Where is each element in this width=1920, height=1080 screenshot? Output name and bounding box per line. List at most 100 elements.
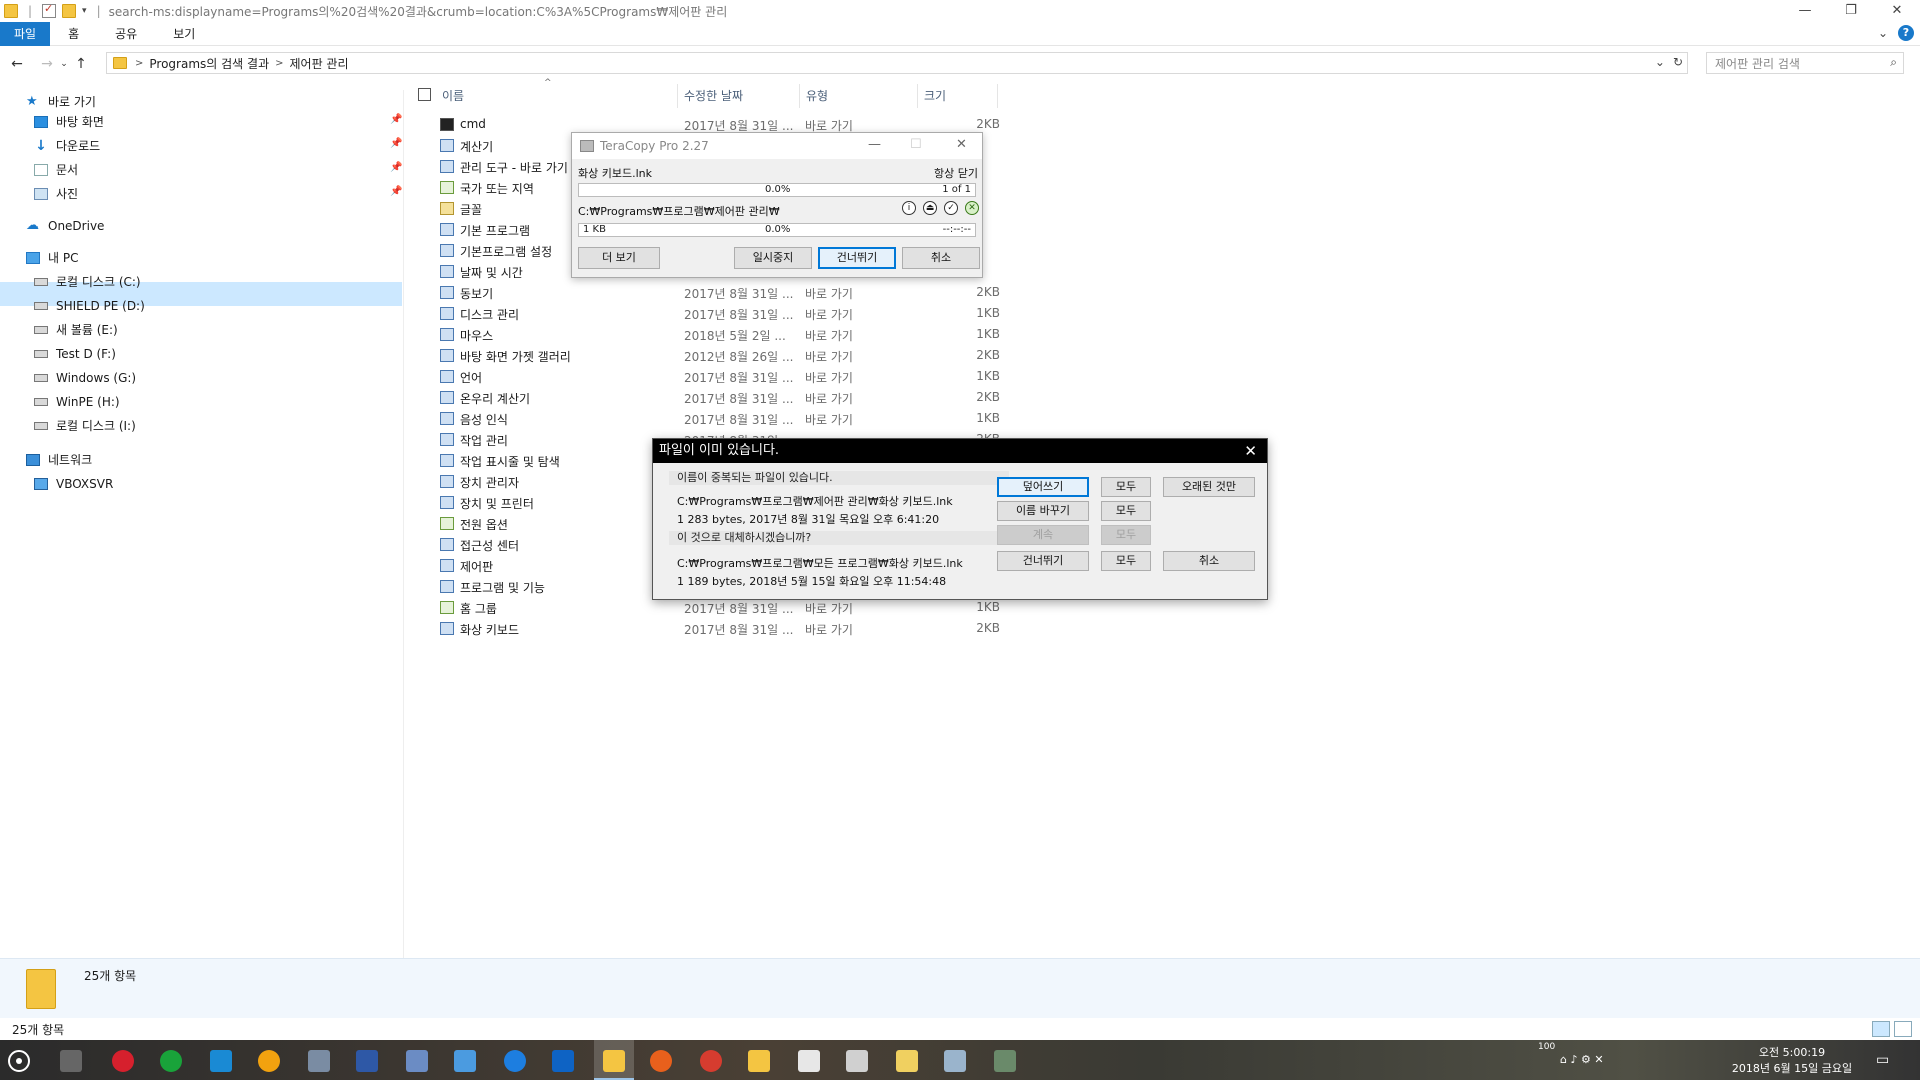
file-row[interactable]: 언어 2017년 8월 31일 ... 바로 가기 1KB: [440, 366, 1000, 387]
pin-icon[interactable]: 📌: [390, 138, 402, 149]
maximize-button[interactable]: ❐: [1828, 0, 1874, 22]
file-row[interactable]: 온우리 계산기 2017년 8월 31일 ... 바로 가기 2KB: [440, 387, 1000, 408]
task-view-icon[interactable]: [60, 1050, 82, 1072]
tab-file[interactable]: 파일: [0, 21, 51, 46]
recent-locations-button[interactable]: ⌄: [58, 59, 70, 69]
up-button[interactable]: ↑: [70, 56, 92, 72]
nav-drive-d[interactable]: SHIELD PE (D:): [34, 294, 145, 318]
verify-icon[interactable]: ✓: [944, 201, 958, 215]
pause-button[interactable]: 일시중지: [734, 247, 812, 269]
nav-onedrive[interactable]: ☁ OneDrive: [26, 214, 104, 238]
search-input[interactable]: 제어판 관리 검색: [1715, 55, 1800, 72]
app-icon[interactable]: [406, 1050, 428, 1072]
large-icons-view-icon[interactable]: [1894, 1021, 1912, 1037]
customize-toolbar-icon[interactable]: ▾: [82, 6, 87, 16]
app-icon[interactable]: [356, 1050, 378, 1072]
settings-gear-icon[interactable]: [454, 1050, 476, 1072]
mail-icon[interactable]: [846, 1050, 868, 1072]
tab-share[interactable]: 공유: [97, 22, 155, 46]
app-icon[interactable]: [994, 1050, 1016, 1072]
nav-network[interactable]: 네트워크: [26, 448, 92, 472]
app-icon[interactable]: [944, 1050, 966, 1072]
dialog-close-button[interactable]: ✕: [1244, 439, 1257, 463]
continue-button[interactable]: 계속: [997, 525, 1089, 545]
nav-item-downloads[interactable]: ↓ 다운로드: [34, 134, 100, 158]
cancel-button[interactable]: 취소: [1163, 551, 1255, 571]
app-icon[interactable]: [896, 1050, 918, 1072]
nav-drive-i[interactable]: 로컬 디스크 (I:): [34, 414, 136, 438]
nav-drive-f[interactable]: Test D (F:): [34, 342, 116, 366]
folder-icon[interactable]: [748, 1050, 770, 1072]
expand-ribbon-icon[interactable]: ⌄: [1878, 26, 1888, 40]
file-row[interactable]: 음성 인식 2017년 8월 31일 ... 바로 가기 1KB: [440, 408, 1000, 429]
close-circle-icon[interactable]: ✕: [965, 201, 979, 215]
nav-item-desktop[interactable]: 바탕 화면: [34, 110, 104, 134]
rename-all-button[interactable]: 모두: [1101, 501, 1151, 521]
help-icon[interactable]: ?: [1898, 25, 1914, 41]
clock-time[interactable]: 오전 5:00:19: [1752, 1044, 1832, 1060]
search-icon[interactable]: ⌕: [1890, 55, 1897, 70]
power-icon[interactable]: [112, 1050, 134, 1072]
teracopy-skip-button[interactable]: 건너뛰기: [818, 247, 896, 269]
details-view-icon[interactable]: [1872, 1021, 1890, 1037]
refresh-app-icon[interactable]: [160, 1050, 182, 1072]
column-name[interactable]: 이름: [436, 84, 678, 108]
edge-icon[interactable]: [552, 1050, 574, 1072]
column-type[interactable]: 유형: [800, 84, 918, 108]
older-only-button[interactable]: 오래된 것만: [1163, 477, 1255, 497]
notification-icon[interactable]: ▭: [1876, 1052, 1889, 1068]
new-folder-icon[interactable]: [62, 4, 77, 18]
nav-drive-e[interactable]: 새 볼륨 (E:): [34, 318, 118, 342]
tab-view[interactable]: 보기: [155, 22, 213, 46]
teracopy-maximize-button[interactable]: ☐: [910, 137, 922, 152]
back-button[interactable]: ←: [6, 56, 28, 72]
address-bar[interactable]: > Programs의 검색 결과 > 제어판 관리 ⌄ ↻: [106, 52, 1688, 74]
continue-all-button[interactable]: 모두: [1101, 525, 1151, 545]
file-row[interactable]: 화상 키보드 2017년 8월 31일 ... 바로 가기 2KB: [440, 618, 1000, 639]
start-icon[interactable]: [8, 1050, 30, 1072]
select-all-checkbox[interactable]: [418, 88, 431, 101]
nav-drive-h[interactable]: WinPE (H:): [34, 390, 120, 414]
shutdown-icon[interactable]: [258, 1050, 280, 1072]
nav-this-pc[interactable]: 내 PC: [26, 246, 78, 270]
nav-drive-c[interactable]: 로컬 디스크 (C:): [34, 270, 141, 294]
clock-date[interactable]: 2018년 6월 15일 금요일: [1724, 1060, 1860, 1076]
file-row[interactable]: 마우스 2018년 5월 2일 ... 바로 가기 1KB: [440, 324, 1000, 345]
search-box[interactable]: 제어판 관리 검색 ⌕: [1706, 52, 1904, 74]
close-button[interactable]: ✕: [1874, 0, 1920, 22]
skip-all-button[interactable]: 모두: [1101, 551, 1151, 571]
firefox-icon[interactable]: [650, 1050, 672, 1072]
tab-home[interactable]: 홈: [50, 22, 97, 46]
pin-icon[interactable]: 📌: [390, 114, 402, 125]
app-icon[interactable]: [210, 1050, 232, 1072]
breadcrumb-control-panel[interactable]: 제어판 관리: [290, 55, 349, 72]
file-row[interactable]: 디스크 관리 2017년 8월 31일 ... 바로 가기 1KB: [440, 303, 1000, 324]
nav-drive-g[interactable]: Windows (G:): [34, 366, 136, 390]
network-tool-icon[interactable]: [308, 1050, 330, 1072]
column-size[interactable]: 크기: [918, 84, 998, 108]
internet-explorer-icon[interactable]: [504, 1050, 526, 1072]
file-row[interactable]: 홈 그룹 2017년 8월 31일 ... 바로 가기 1KB: [440, 597, 1000, 618]
always-close-checkbox[interactable]: 항상 닫기: [934, 165, 978, 181]
chrome-icon[interactable]: [700, 1050, 722, 1072]
overwrite-button[interactable]: 덮어쓰기: [997, 477, 1089, 497]
properties-icon[interactable]: [42, 2, 57, 18]
skip-button[interactable]: 건너뛰기: [997, 551, 1089, 571]
breadcrumb-search-results[interactable]: Programs의 검색 결과: [149, 55, 269, 72]
refresh-icon[interactable]: ↻: [1673, 55, 1683, 69]
overwrite-all-button[interactable]: 모두: [1101, 477, 1151, 497]
rename-button[interactable]: 이름 바꾸기: [997, 501, 1089, 521]
eject-icon[interactable]: ⏏: [923, 201, 937, 215]
store-icon[interactable]: [798, 1050, 820, 1072]
nav-item-documents[interactable]: 문서: [34, 158, 78, 182]
address-dropdown-icon[interactable]: ⌄: [1655, 55, 1665, 69]
minimize-button[interactable]: —: [1782, 0, 1828, 22]
teracopy-close-button[interactable]: ✕: [956, 137, 967, 152]
teracopy-minimize-button[interactable]: —: [868, 137, 881, 152]
nav-vboxsvr[interactable]: VBOXSVR: [34, 472, 113, 496]
teracopy-cancel-button[interactable]: 취소: [902, 247, 980, 269]
file-row[interactable]: 바탕 화면 가젯 갤러리 2012년 8월 26일 ... 바로 가기 2KB: [440, 345, 1000, 366]
info-icon[interactable]: i: [902, 201, 916, 215]
pin-icon[interactable]: 📌: [390, 162, 402, 173]
more-button[interactable]: 더 보기: [578, 247, 660, 269]
